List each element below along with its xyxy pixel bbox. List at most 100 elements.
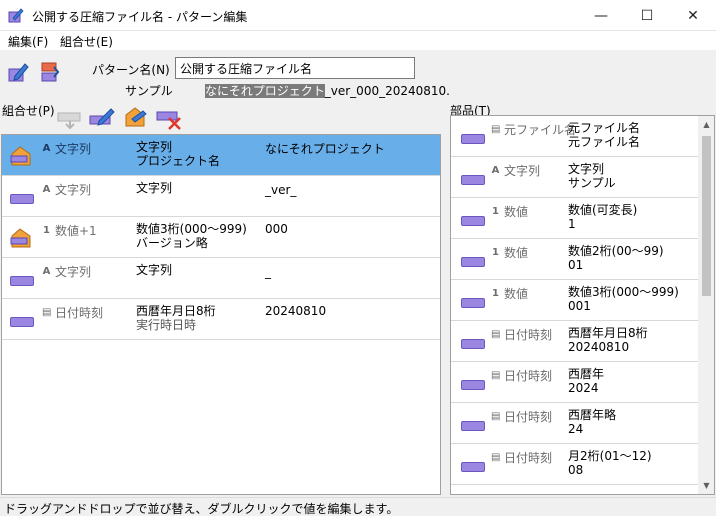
file-type-icon: ▤ [491,124,501,135]
app-icon [8,8,24,23]
row-name: 文字列 [136,263,173,277]
menu-bar: 編集(F) 組合せ(E) [0,31,716,50]
combo-row[interactable]: ▤ 日付時刻 西暦年月日8桁 実行時日時 20240810 [2,299,440,340]
row-kind: ▤ 日付時刻 [491,451,553,465]
sample-highlight: なにそれプロジェクト [205,84,325,98]
parts-scrollbar[interactable]: ▲ ▼ [698,116,714,494]
row-kind: 1 数値 [492,287,529,301]
scroll-thumb[interactable] [702,136,711,296]
delete-icon[interactable] [156,106,182,130]
menu-edit[interactable]: 編集(F) [8,33,48,50]
row-name: 元ファイル名 元ファイル名 [568,121,641,149]
part-tag-icon [461,257,485,267]
calendar-type-icon: ▤ [491,329,501,340]
menu-combine[interactable]: 組合せ(E) [60,33,113,50]
calendar-type-icon: ▤ [491,452,501,463]
row-kind: ▤ 日付時刻 [491,410,553,424]
part-tag-icon [10,276,34,286]
window-title: 公開する圧縮ファイル名 - パターン編集 [32,10,248,24]
parts-row[interactable]: ▤ 元ファイル名 元ファイル名 元ファイル名 [451,116,698,157]
title-bar: 公開する圧縮ファイル名 - パターン編集 — ☐ ✕ [0,0,716,31]
row-kind: A 文字列 [491,164,541,178]
scroll-down-icon[interactable]: ▼ [698,477,714,494]
row-name: 文字列 [136,181,173,195]
row-name: 数値(可変長) 1 [568,203,638,231]
parts-row[interactable]: ▤ 日付時刻 西暦年月日8桁 20240810 [451,321,698,362]
row-name: 西暦年 2024 [568,367,605,395]
maximize-button[interactable]: ☐ [624,0,670,31]
number-type-icon: 1 [492,288,499,299]
text-type-icon: A [42,266,51,277]
row-kind: 1 数値 [492,205,529,219]
combo-row[interactable]: A 文字列 文字列 _ [2,258,440,299]
parts-row[interactable]: ▤ 日付時刻 西暦年略 24 [451,403,698,444]
row-kind: 1 数値+1 [43,224,97,238]
text-type-icon: A [42,184,51,195]
modify-icon[interactable] [123,106,149,130]
row-name: 数値2桁(00～99) 01 [568,244,664,272]
parts-row[interactable]: ▤ 日付時刻 西暦年 2024 [451,362,698,403]
combo-row[interactable]: A 文字列 文字列 _ver_ [2,176,440,217]
part-tag-icon [461,462,485,472]
number-type-icon: 1 [43,225,50,236]
row-kind: ▤ 日付時刻 [491,328,553,342]
pattern-name-label: パターン名(N) [92,63,170,77]
status-bar: ドラッグアンドドロップで並び替え、ダブルクリックで値を編集します。 [0,497,716,516]
row-kind: ▤ 日付時刻 [42,306,104,320]
parts-row[interactable]: A 文字列 文字列 サンプル [451,157,698,198]
calendar-type-icon: ▤ [491,411,501,422]
part-tag-icon [461,298,485,308]
scroll-up-icon[interactable]: ▲ [698,116,714,133]
row-name: 数値3桁(000～999) バージョン略 [136,222,247,250]
part-tag-icon [461,380,485,390]
calendar-type-icon: ▤ [42,307,52,318]
row-name: 西暦年略 24 [568,408,617,436]
row-kind: A 文字列 [42,265,92,279]
row-value: なにそれプロジェクト [265,142,385,156]
insert-icon [57,112,81,130]
parts-row[interactable]: ▤ 日付時刻 月2桁(01～12) 08 [451,444,698,485]
parts-row[interactable]: 1 数値 数値(可変長) 1 [451,198,698,239]
part-tag-icon [461,216,485,226]
combo-row[interactable]: 1 数値+1 数値3桁(000～999) バージョン略 000 [2,217,440,258]
row-value: 20240810 [265,304,327,318]
part-tag-icon [10,194,34,204]
part-tag-icon [461,421,485,431]
parts-row[interactable]: 1 数値 数値3桁(000～999) 001 [451,280,698,321]
sample-label: サンプル [125,84,173,98]
pattern-list-icon[interactable] [39,61,61,83]
edit-pattern-icon[interactable] [7,61,29,83]
edit-icon[interactable] [89,106,115,130]
row-kind: ▤ 日付時刻 [491,369,553,383]
row-kind: A 文字列 [42,183,92,197]
minimize-button[interactable]: — [578,0,624,31]
sample-rest: _ver_000_20240810. [324,84,450,98]
number-type-icon: 1 [492,206,499,217]
row-value: _ [265,265,271,279]
parts-row[interactable]: 1 数値 数値2桁(00～99) 01 [451,239,698,280]
combo-list: A 文字列 文字列 プロジェクト名 なにそれプロジェクト A 文字列 文字列 _ver… [1,134,441,495]
close-button[interactable]: ✕ [670,0,716,31]
text-type-icon: A [42,143,51,154]
pattern-name-input[interactable]: 公開する圧縮ファイル名 [175,57,415,79]
calendar-type-icon: ▤ [491,370,501,381]
combo-row[interactable]: A 文字列 文字列 プロジェクト名 なにそれプロジェクト [2,135,440,176]
row-value: _ver_ [265,183,297,197]
number-type-icon: 1 [492,247,499,258]
part-tag-icon [461,134,485,144]
row-kind: ▤ 元ファイル名 [491,123,577,137]
part-tag-icon [461,339,485,349]
combo-label: 組合せ(P) [2,104,55,118]
row-name: 月2桁(01～12) 08 [568,449,652,477]
row-name: 文字列 サンプル [568,162,616,190]
row-name: 西暦年月日8桁 実行時日時 [136,304,216,332]
row-kind: A 文字列 [42,142,92,156]
modified-tag-icon [10,146,31,166]
row-name: 文字列 プロジェクト名 [136,140,221,168]
sample-value: なにそれプロジェクト_ver_000_20240810. [205,82,450,99]
row-name: 数値3桁(000～999) 001 [568,285,679,313]
part-tag-icon [461,175,485,185]
modified-tag-icon [10,228,31,248]
parts-list: ▤ 元ファイル名 元ファイル名 元ファイル名 A 文字列 文字列 サンプル 1 数値 数値… [450,115,715,495]
part-tag-icon [10,317,34,327]
